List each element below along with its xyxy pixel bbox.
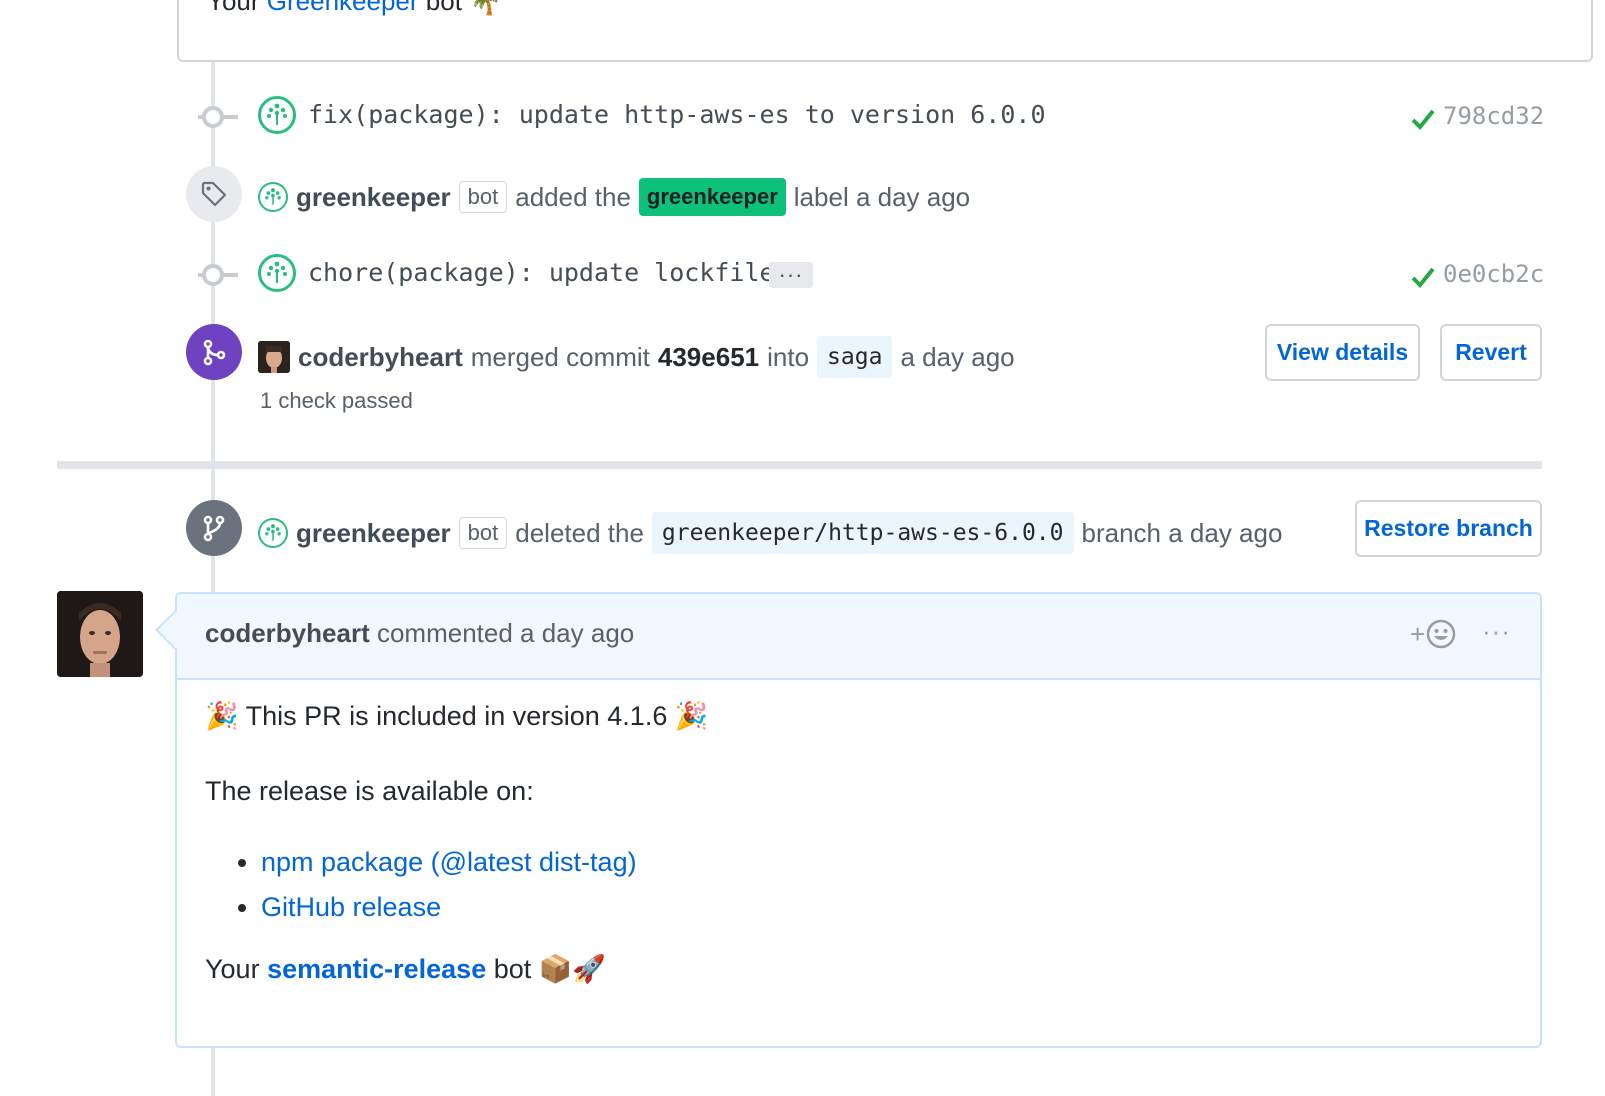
- greenkeeper-label[interactable]: greenkeeper: [638, 178, 786, 216]
- commit-message-link[interactable]: chore(package): update lockfile: [308, 258, 775, 287]
- package-rocket-icon: 📦🚀: [538, 954, 607, 984]
- previous-comment-box: Your Greenkeeper bot 🌴: [177, 0, 1593, 62]
- git-merge-icon: [203, 339, 226, 366]
- comment-options-icon[interactable]: ···: [1482, 616, 1511, 647]
- github-release-link[interactable]: GitHub release: [261, 892, 441, 922]
- commenter-avatar[interactable]: [57, 591, 143, 677]
- branch-badge: [186, 500, 242, 556]
- commit-sha-link[interactable]: 0e0cb2c: [1443, 260, 1544, 288]
- release-signature: Your semantic-release bot 📦🚀: [205, 954, 607, 984]
- merge-event: coderbyheart merged commit 439e651 into …: [258, 336, 1015, 378]
- coderbyheart-avatar[interactable]: [258, 341, 290, 373]
- palm-tree-emoji: 🌴: [469, 0, 502, 16]
- release-intro: The release is available on:: [205, 776, 534, 806]
- delete-branch-event: greenkeeper bot deleted the greenkeeper/…: [258, 512, 1282, 554]
- checks-status-link[interactable]: 1 check passed: [260, 388, 413, 414]
- greenkeeper-link[interactable]: Greenkeeper: [267, 0, 419, 16]
- comment-box: coderbyheart commented a day ago + ··· 🎉…: [155, 592, 1542, 1048]
- base-branch[interactable]: saga: [817, 336, 893, 378]
- merge-badge: [186, 324, 242, 380]
- timeline-rail: [211, 1048, 215, 1096]
- party-popper-icon: 🎉: [205, 701, 239, 731]
- previous-comment-signature: Your Greenkeeper bot 🌴: [207, 0, 502, 17]
- tag-icon: [201, 181, 227, 207]
- party-popper-icon: 🎉: [674, 701, 709, 731]
- release-headline: 🎉 This PR is included in version 4.1.6 🎉: [205, 701, 709, 731]
- commit-sha-link[interactable]: 798cd32: [1443, 102, 1544, 130]
- label-event: greenkeeper bot added the greenkeeper la…: [258, 178, 970, 216]
- check-icon[interactable]: [1410, 264, 1436, 290]
- release-links-list: npm package (@latest dist-tag) GitHub re…: [261, 847, 709, 923]
- greenkeeper-avatar-icon[interactable]: [258, 182, 288, 212]
- list-item: GitHub release: [261, 892, 709, 923]
- commit-dot-icon: [202, 264, 224, 286]
- list-item: npm package (@latest dist-tag): [261, 847, 709, 878]
- comment-body: 🎉 This PR is included in version 4.1.6 🎉…: [205, 700, 709, 985]
- npm-package-link[interactable]: npm package (@latest dist-tag): [261, 847, 637, 877]
- check-icon[interactable]: [1410, 106, 1436, 132]
- greenkeeper-avatar-icon[interactable]: [258, 518, 288, 548]
- bot-badge: bot: [458, 517, 508, 549]
- greenkeeper-avatar-icon[interactable]: [258, 254, 296, 292]
- tag-badge: [186, 166, 242, 222]
- timeline-divider: [57, 461, 1542, 469]
- commit-dot-icon: [202, 106, 224, 128]
- smiley-icon: [1426, 619, 1456, 649]
- event-author-link[interactable]: greenkeeper: [296, 182, 451, 213]
- commit-message-link[interactable]: fix(package): update http-aws-es to vers…: [308, 100, 1046, 129]
- merge-commit-link[interactable]: 439e651: [658, 342, 759, 373]
- add-reaction-button[interactable]: +: [1410, 618, 1457, 650]
- bot-badge: bot: [458, 181, 508, 213]
- deleted-branch-name: greenkeeper/http-aws-es-6.0.0: [651, 512, 1074, 554]
- event-author-link[interactable]: coderbyheart: [298, 342, 463, 373]
- comment-author-link[interactable]: coderbyheart: [205, 618, 370, 648]
- comment-timestamp[interactable]: commented a day ago: [377, 618, 634, 648]
- git-branch-icon: [203, 515, 225, 542]
- greenkeeper-avatar-icon[interactable]: [258, 96, 296, 134]
- revert-button[interactable]: Revert: [1440, 324, 1542, 381]
- restore-branch-button[interactable]: Restore branch: [1355, 500, 1542, 557]
- event-author-link[interactable]: greenkeeper: [296, 518, 451, 549]
- expand-commit-button[interactable]: ···: [769, 262, 813, 288]
- view-details-button[interactable]: View details: [1265, 324, 1420, 381]
- comment-header: coderbyheart commented a day ago + ···: [177, 594, 1540, 680]
- semantic-release-link[interactable]: semantic-release: [267, 954, 486, 984]
